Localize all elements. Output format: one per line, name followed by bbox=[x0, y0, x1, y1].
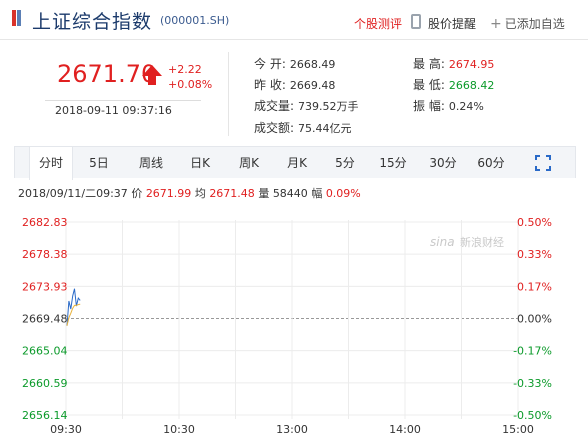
tab-60min[interactable]: 60分 bbox=[471, 147, 511, 179]
fullscreen-icon[interactable] bbox=[535, 155, 551, 171]
intraday-chart[interactable]: 2682.83 0.50% 2678.38 0.33% 2673.93 0.17% 2669… bbox=[0, 200, 588, 437]
tab-15min[interactable]: 15分 bbox=[373, 147, 413, 179]
y-tick-label-left: 2673.93 bbox=[22, 280, 68, 293]
stat-prev-close-label: 昨 收: bbox=[254, 78, 286, 92]
stat-volume: 成交量: 739.52万手 bbox=[254, 97, 359, 114]
y-tick-label-left: 2669.48 bbox=[22, 313, 68, 326]
quote-datetime: 2018-09-11 09:37:16 bbox=[55, 104, 172, 117]
index-title: 上证综合指数 bbox=[32, 11, 153, 33]
phone-icon bbox=[411, 14, 421, 29]
stat-open-label: 今 开: bbox=[254, 57, 286, 71]
y-tick-label-right: -0.33% bbox=[513, 377, 552, 390]
plus-icon: + bbox=[490, 16, 502, 32]
info-time: 2018/09/11/二09:37 bbox=[18, 187, 128, 200]
y-tick-label-right: 0.17% bbox=[517, 280, 552, 293]
average-line bbox=[66, 303, 81, 326]
stat-low-value: 2668.42 bbox=[448, 79, 495, 92]
stat-prev-close-value: 2669.48 bbox=[289, 79, 336, 92]
stat-turnover-label: 成交额: bbox=[254, 121, 295, 135]
x-tick-label: 13:00 bbox=[276, 423, 308, 436]
stat-turnover-value: 75.44亿元 bbox=[298, 122, 352, 135]
add-watchlist-label: 已添加自选 bbox=[504, 17, 565, 31]
price-alert-link[interactable]: 股价提醒 bbox=[428, 15, 476, 32]
stat-open-value: 2668.49 bbox=[289, 58, 336, 71]
header-bar: 上证综合指数 (000001.SH) 个股测评 股价提醒 + 已添加自选 bbox=[0, 0, 588, 40]
x-tick-label: 10:30 bbox=[163, 423, 195, 436]
y-tick-label-left: 2665.04 bbox=[22, 345, 68, 358]
stat-high: 最 高: 2674.95 bbox=[413, 55, 494, 72]
y-tick-label-right: -0.50% bbox=[513, 409, 552, 422]
price-change: +2.22 +0.08% bbox=[168, 62, 212, 92]
x-tick-label: 15:00 bbox=[502, 423, 534, 436]
y-tick-label-left: 2660.59 bbox=[22, 377, 68, 390]
stat-amplitude-label: 振 幅: bbox=[413, 99, 445, 113]
index-flag-icon bbox=[12, 10, 22, 26]
watermark-sina: sina bbox=[430, 235, 455, 249]
y-tick-label-left: 2656.14 bbox=[22, 409, 68, 422]
stat-open: 今 开: 2668.49 bbox=[254, 55, 335, 72]
vertical-divider bbox=[228, 52, 229, 136]
tab-intraday[interactable]: 分时 bbox=[29, 147, 73, 180]
stat-prev-close: 昨 收: 2669.48 bbox=[254, 76, 335, 93]
change-percent: +0.08% bbox=[168, 78, 213, 91]
x-tick-label: 09:30 bbox=[50, 423, 82, 436]
stat-low: 最 低: 2668.42 bbox=[413, 76, 494, 93]
stock-rating-link[interactable]: 个股测评 bbox=[354, 15, 402, 32]
y-tick-label-left: 2678.38 bbox=[22, 248, 68, 261]
chart-period-tabs: 分时 5日 周线 日K 周K 月K 5分 15分 30分 60分 bbox=[14, 146, 576, 180]
tab-weekly-k[interactable]: 周K bbox=[229, 147, 269, 179]
crosshair-info: 2018/09/11/二09:37 价 2671.99 均 2671.48 量 … bbox=[18, 185, 361, 201]
x-tick-label: 14:00 bbox=[389, 423, 421, 436]
stat-volume-label: 成交量: bbox=[254, 99, 295, 113]
change-value: +2.22 bbox=[168, 63, 202, 76]
add-watchlist-button[interactable]: + 已添加自选 bbox=[490, 15, 565, 32]
tab-weekly-line[interactable]: 周线 bbox=[131, 147, 171, 179]
info-avg: 2671.48 bbox=[209, 187, 255, 200]
chart-series bbox=[66, 288, 81, 326]
stat-high-value: 2674.95 bbox=[448, 58, 495, 71]
stat-turnover: 成交额: 75.44亿元 bbox=[254, 119, 352, 136]
tab-daily-k[interactable]: 日K bbox=[180, 147, 220, 179]
info-amp: 0.09% bbox=[325, 187, 361, 200]
watermark: sina 新浪财经 bbox=[430, 235, 504, 249]
stat-high-label: 最 高: bbox=[413, 57, 445, 71]
tab-5day[interactable]: 5日 bbox=[79, 147, 119, 179]
info-price-label: 价 bbox=[131, 187, 143, 200]
stat-volume-value: 739.52万手 bbox=[298, 100, 359, 113]
y-tick-label-right: 0.00% bbox=[517, 313, 552, 326]
watermark-text: 新浪财经 bbox=[460, 235, 504, 249]
up-arrow-icon bbox=[142, 65, 162, 85]
index-code: (000001.SH) bbox=[160, 14, 230, 27]
tab-monthly-k[interactable]: 月K bbox=[277, 147, 317, 179]
info-vol-label: 量 bbox=[258, 187, 270, 200]
stat-amplitude-value: 0.24% bbox=[448, 100, 484, 113]
chart-grid bbox=[65, 220, 519, 419]
y-tick-label-right: 0.50% bbox=[517, 216, 552, 229]
info-avg-label: 均 bbox=[194, 187, 206, 200]
tab-5min[interactable]: 5分 bbox=[325, 147, 365, 179]
tab-30min[interactable]: 30分 bbox=[423, 147, 463, 179]
y-tick-label-right: -0.17% bbox=[513, 345, 552, 358]
y-tick-label-right: 0.33% bbox=[517, 248, 552, 261]
info-vol: 58440 bbox=[272, 187, 308, 200]
stat-low-label: 最 低: bbox=[413, 78, 445, 92]
x-axis-labels: 09:30 10:30 13:00 14:00 15:00 bbox=[50, 423, 534, 436]
y-tick-label-left: 2682.83 bbox=[22, 216, 68, 229]
info-amp-label: 幅 bbox=[311, 187, 323, 200]
info-price: 2671.99 bbox=[145, 187, 192, 200]
divider bbox=[45, 100, 201, 101]
stat-amplitude: 振 幅: 0.24% bbox=[413, 97, 484, 114]
